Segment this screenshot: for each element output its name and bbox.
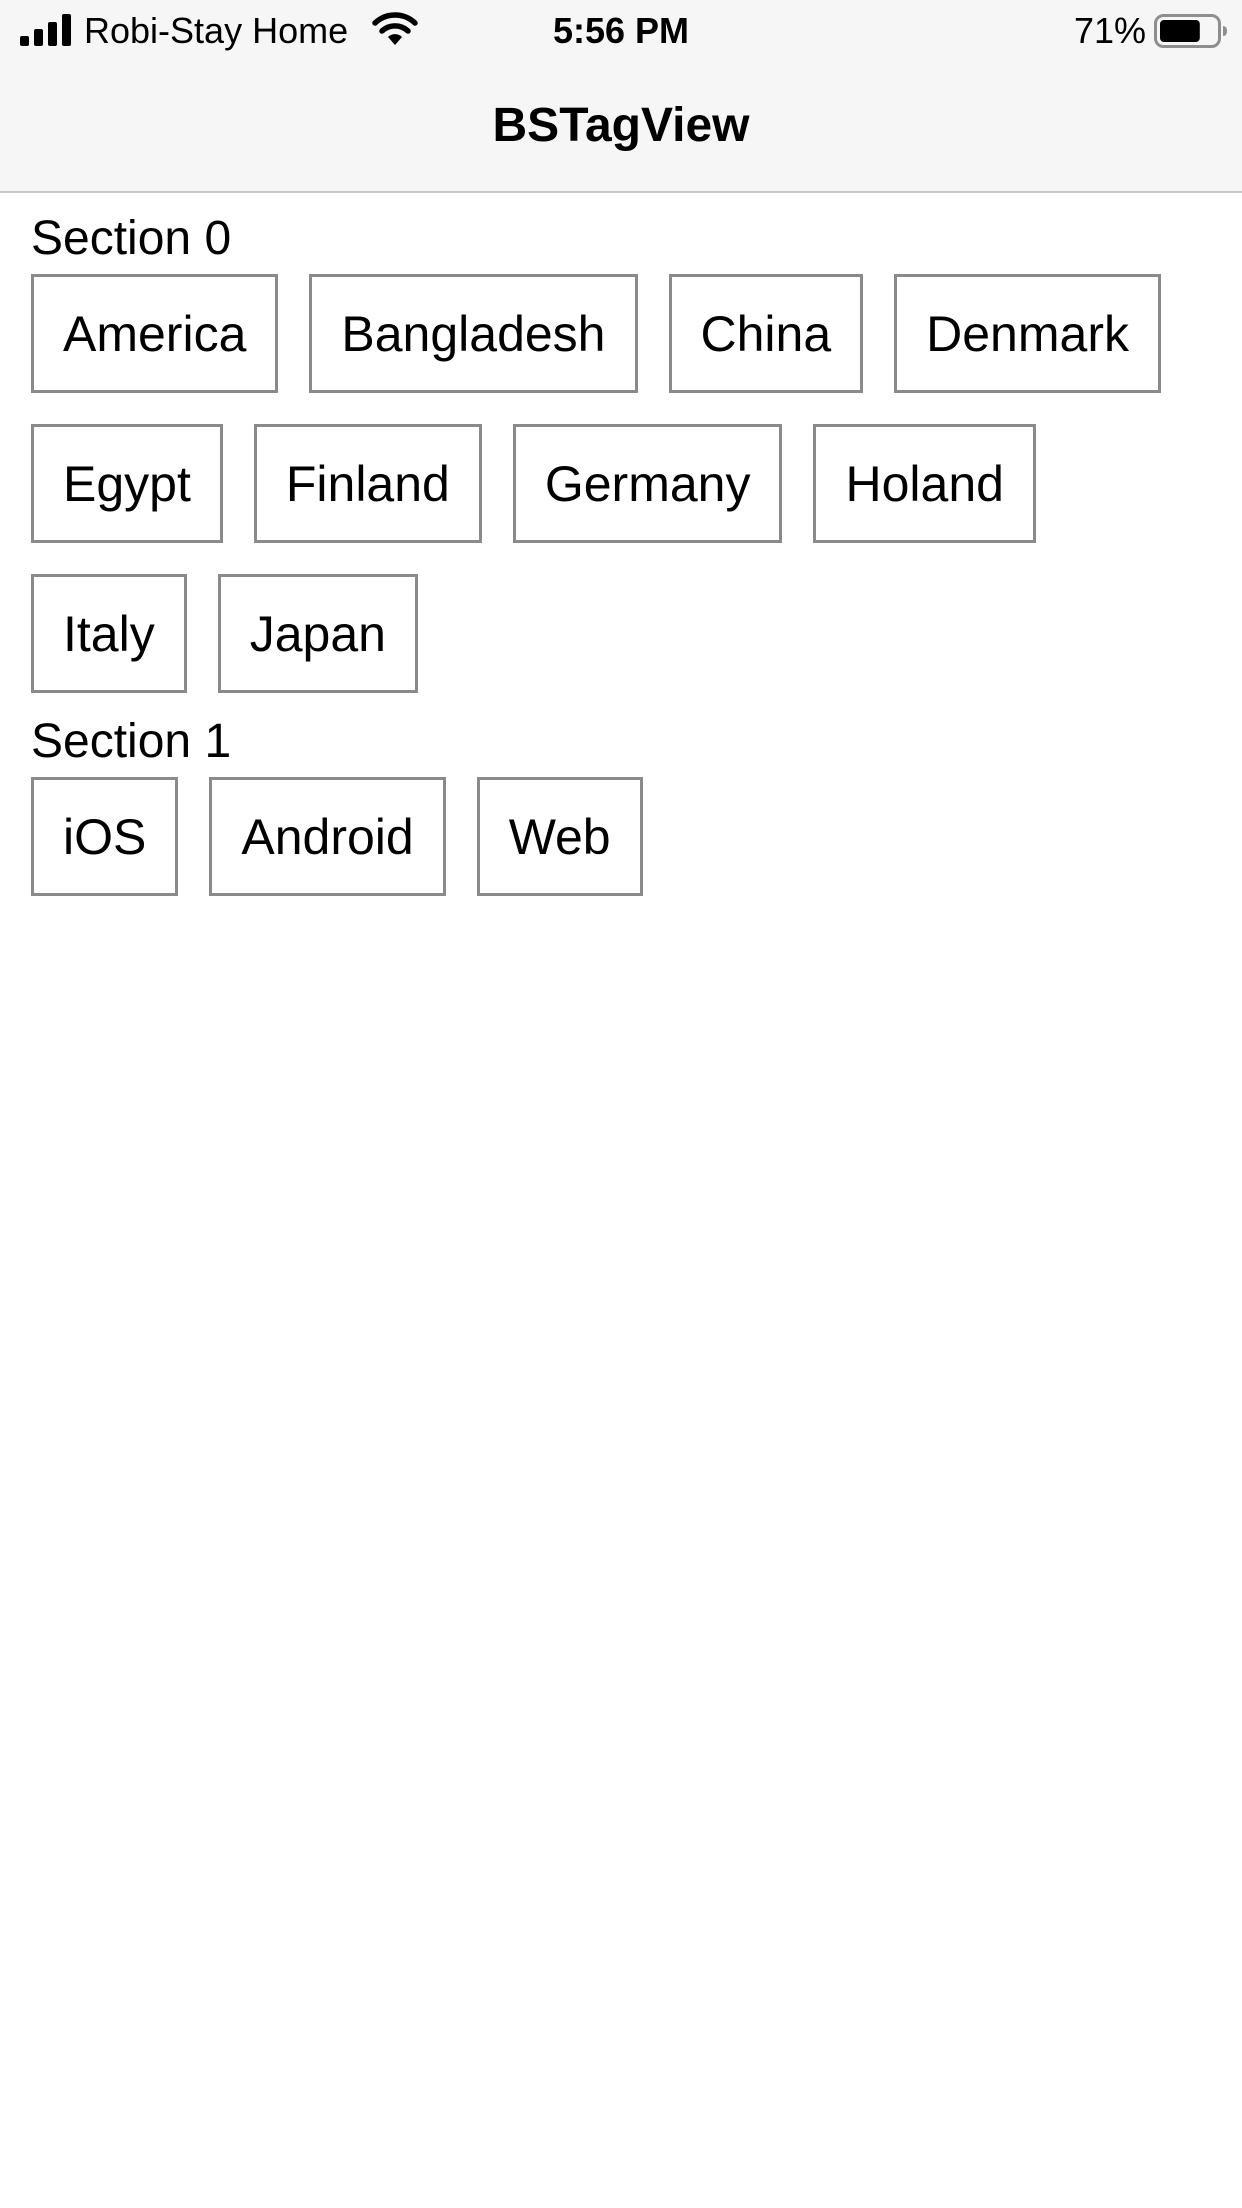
tag-label: Japan [249, 605, 386, 662]
tag-japan[interactable]: Japan [217, 574, 418, 693]
tag-label: Finland [285, 455, 450, 512]
tag-china[interactable]: China [668, 274, 864, 393]
tag-egypt[interactable]: Egypt [31, 424, 223, 543]
tag-android[interactable]: Android [209, 777, 446, 896]
tag-list: iOS Android Web [31, 777, 1221, 896]
section-header: Section 0 [31, 212, 232, 265]
section-1: Section 1 iOS Android Web [31, 713, 1221, 896]
tag-content: Section 0 America Bangladesh China Denma… [31, 193, 1221, 896]
section-0: Section 0 America Bangladesh China Denma… [31, 210, 1221, 693]
status-bar: Robi-Stay Home 5:56 PM 71% [0, 0, 1242, 62]
tag-web[interactable]: Web [476, 777, 643, 896]
tag-america[interactable]: America [31, 274, 279, 393]
tag-label: Italy [63, 605, 155, 662]
tag-label: Bangladesh [341, 305, 606, 362]
tag-label: Web [508, 808, 611, 865]
tag-label: America [63, 305, 247, 362]
section-header: Section 1 [31, 715, 232, 768]
tag-finland[interactable]: Finland [253, 424, 482, 543]
tag-germany[interactable]: Germany [512, 424, 783, 543]
status-time: 5:56 PM [552, 10, 690, 51]
tag-label: Egypt [63, 455, 191, 512]
navigation-bar: BSTagView [0, 62, 1242, 193]
tag-bangladesh[interactable]: Bangladesh [309, 274, 638, 393]
tag-list: America Bangladesh China Denmark Egypt F… [31, 274, 1221, 693]
tag-denmark[interactable]: Denmark [894, 274, 1161, 393]
tag-label: China [700, 305, 832, 362]
tag-label: Germany [544, 455, 751, 512]
page-title: BSTagView [492, 99, 750, 152]
tag-ios[interactable]: iOS [31, 777, 179, 896]
tag-italy[interactable]: Italy [31, 574, 187, 693]
tag-label: iOS [63, 808, 147, 865]
tag-label: Holand [845, 455, 1004, 512]
battery-icon [1154, 14, 1227, 48]
battery-percent: 71% [1073, 10, 1146, 51]
tag-label: Denmark [926, 305, 1129, 362]
tag-label: Android [241, 808, 414, 865]
tag-holand[interactable]: Holand [813, 424, 1036, 543]
